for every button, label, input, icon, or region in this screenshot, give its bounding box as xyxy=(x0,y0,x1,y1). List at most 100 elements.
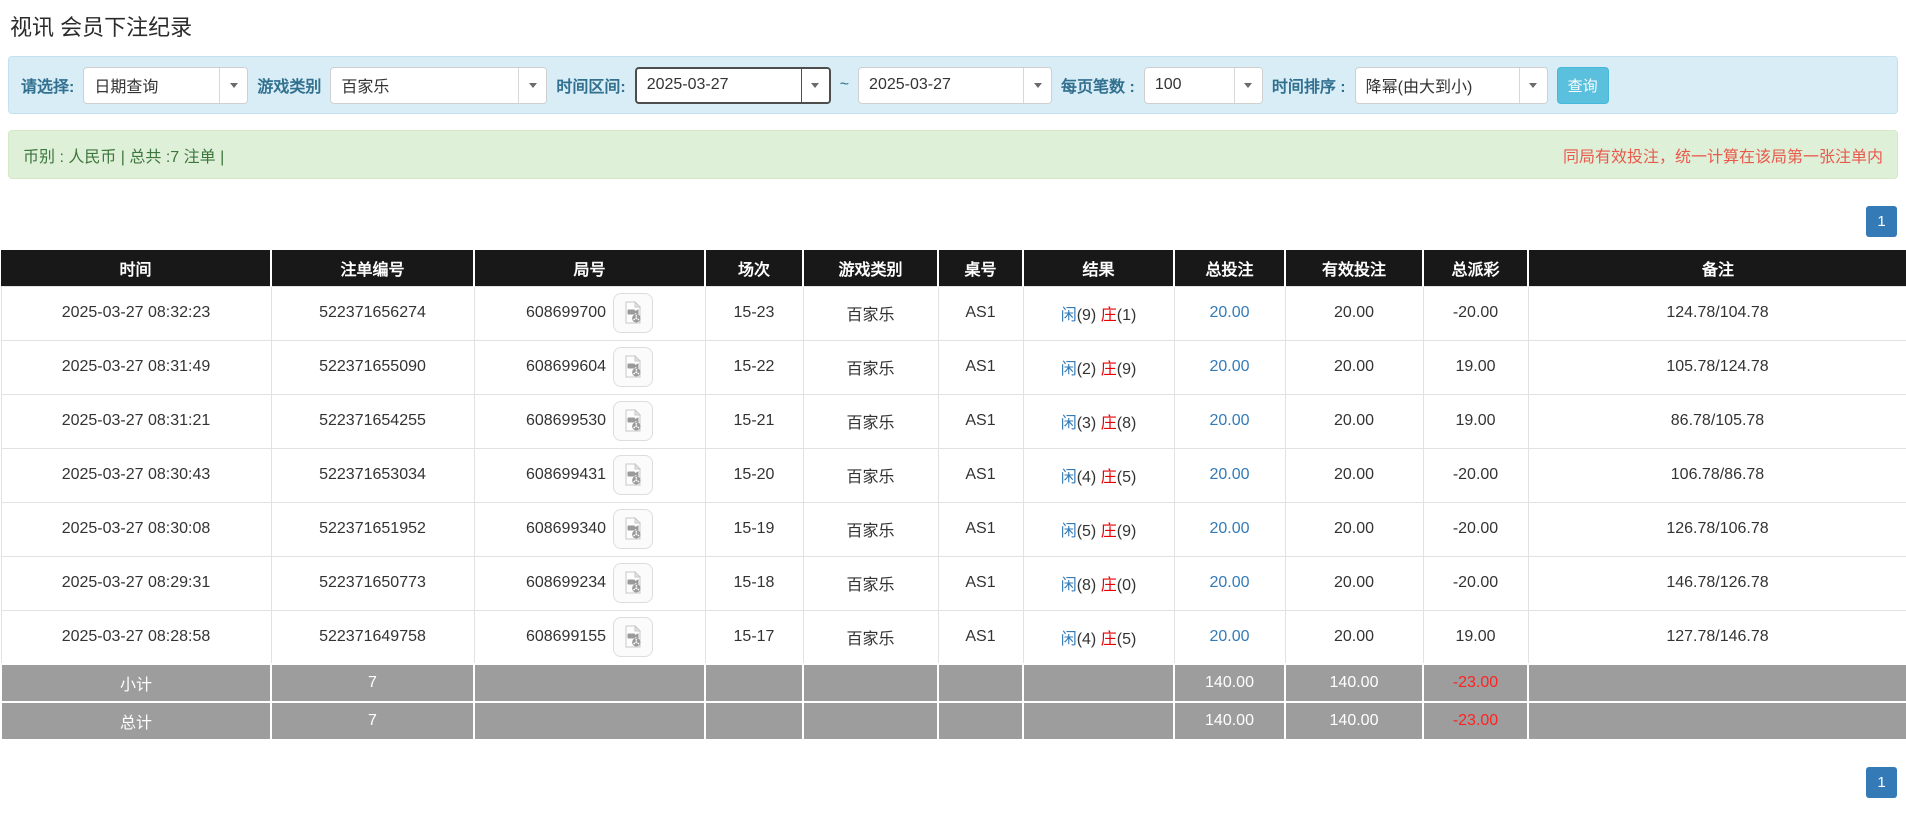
round-id-text: 608699340 xyxy=(525,520,607,538)
cell-remark: 127.78/146.78 xyxy=(1527,609,1906,665)
result-player-score: (9) xyxy=(1076,307,1097,324)
page-button-1[interactable]: 1 xyxy=(1866,206,1897,237)
result-banker-score: (5) xyxy=(1116,469,1137,486)
table-row: 2025-03-27 08:31:49 522371655090 6086996… xyxy=(0,339,1906,395)
cell-bet-id: 522371653034 xyxy=(270,447,475,503)
select-type-dropdown[interactable]: 日期查询 xyxy=(83,66,249,104)
total-bet-link[interactable]: 20.00 xyxy=(1209,628,1249,645)
round-id-text: 608699234 xyxy=(525,574,607,592)
cell-valid-bet: 20.00 xyxy=(1284,447,1424,503)
table-row: 2025-03-27 08:30:08 522371651952 6086993… xyxy=(0,501,1906,557)
video-file-icon xyxy=(625,517,642,540)
column-header: 总投注 xyxy=(1174,250,1286,286)
column-header: 场次 xyxy=(705,250,804,286)
result-banker: 庄 xyxy=(1100,307,1117,324)
subtotal-empty xyxy=(1022,663,1175,703)
result-banker-score: (0) xyxy=(1116,577,1137,594)
time-sort-value: 降幂(由大到小) xyxy=(1365,79,1473,96)
result-banker-score: (8) xyxy=(1116,415,1137,432)
cell-valid-bet: 20.00 xyxy=(1284,609,1424,665)
video-replay-button[interactable] xyxy=(613,616,654,657)
page-size-dropdown[interactable]: 100 xyxy=(1143,66,1263,104)
cell-result: 闲(4) 庄(5) xyxy=(1022,609,1175,665)
chevron-down-icon xyxy=(1518,67,1547,103)
round-id-text: 608699155 xyxy=(525,627,607,645)
game-category-dropdown[interactable]: 百家乐 xyxy=(330,66,548,104)
pagination-top: 1 xyxy=(9,206,1897,237)
total-bet-link[interactable]: 20.00 xyxy=(1209,574,1249,591)
video-replay-button[interactable] xyxy=(613,347,654,387)
time-sort-dropdown[interactable]: 降幂(由大到小) xyxy=(1354,66,1548,104)
result-player: 闲 xyxy=(1060,577,1077,594)
total-label: 总计 xyxy=(0,701,272,741)
query-button[interactable]: 查询 xyxy=(1556,66,1609,104)
date-to-value: 2025-03-27 xyxy=(869,76,951,93)
subtotal-empty xyxy=(473,663,706,703)
cell-session: 15-18 xyxy=(704,555,804,611)
total-bet-link[interactable]: 20.00 xyxy=(1209,466,1249,483)
date-to-dropdown[interactable]: 2025-03-27 xyxy=(858,66,1053,104)
table-row: 2025-03-27 08:32:23 522371656274 6086997… xyxy=(0,285,1906,341)
cell-result: 闲(3) 庄(8) xyxy=(1022,393,1175,449)
video-file-icon xyxy=(625,355,642,378)
cell-remark: 86.78/105.78 xyxy=(1527,393,1906,449)
cell-table-number: AS1 xyxy=(937,501,1024,557)
cell-table-number: AS1 xyxy=(937,555,1024,611)
video-replay-button[interactable] xyxy=(613,455,654,495)
column-header: 有效投注 xyxy=(1285,250,1424,286)
table-header-row: 时间 注单编号 局号 场次 游戏类别 桌号 结果 总投注 有效投注 总派彩 备注 xyxy=(1,250,1906,286)
date-from-value: 2025-03-27 xyxy=(646,76,729,93)
page-size-label: 每页笔数 : xyxy=(1061,79,1135,96)
cell-bet-id: 522371655090 xyxy=(270,339,475,395)
cell-time: 2025-03-27 08:30:43 xyxy=(0,447,272,503)
total-bet-link[interactable]: 20.00 xyxy=(1209,304,1249,321)
total-empty xyxy=(937,701,1024,741)
cell-valid-bet: 20.00 xyxy=(1284,555,1424,611)
cell-valid-bet: 20.00 xyxy=(1284,393,1424,449)
cell-time: 2025-03-27 08:30:08 xyxy=(0,501,272,557)
total-empty xyxy=(704,701,804,741)
cell-round-id: 608699530 xyxy=(473,393,706,449)
column-header: 桌号 xyxy=(938,250,1024,286)
video-replay-button[interactable] xyxy=(613,401,654,441)
chevron-down-icon xyxy=(800,68,829,102)
result-banker-score: (9) xyxy=(1116,523,1137,540)
result-banker-score: (9) xyxy=(1116,361,1137,378)
total-bet-link[interactable]: 20.00 xyxy=(1209,358,1249,375)
video-replay-button[interactable] xyxy=(613,509,654,549)
cell-game-category: 百家乐 xyxy=(802,555,939,611)
total-bet-link[interactable]: 20.00 xyxy=(1209,412,1249,429)
total-bet-link[interactable]: 20.00 xyxy=(1209,520,1249,537)
cell-game-category: 百家乐 xyxy=(802,447,939,503)
result-player: 闲 xyxy=(1060,361,1077,378)
subtotal-valid-bet: 140.00 xyxy=(1284,663,1424,703)
summary-bar: 币别 : 人民币 | 总共 :7 注单 | 同局有效投注，统一计算在该局第一张注… xyxy=(8,130,1898,179)
cell-bet-id: 522371654255 xyxy=(270,393,475,449)
cell-payout: 19.00 xyxy=(1422,609,1529,665)
cell-bet-id: 522371651952 xyxy=(270,501,475,557)
video-replay-button[interactable] xyxy=(613,293,654,333)
date-from-dropdown[interactable]: 2025-03-27 xyxy=(634,66,831,104)
cell-remark: 106.78/86.78 xyxy=(1527,447,1906,503)
cell-remark: 124.78/104.78 xyxy=(1527,285,1906,341)
select-type-label: 请选择: xyxy=(21,79,75,96)
page-button-1[interactable]: 1 xyxy=(1866,767,1897,798)
table-row: 2025-03-27 08:31:21 522371654255 6086995… xyxy=(0,393,1906,449)
column-header: 游戏类别 xyxy=(803,250,939,286)
select-type-value: 日期查询 xyxy=(94,79,159,96)
result-banker-score: (5) xyxy=(1116,630,1137,648)
cell-payout: -20.00 xyxy=(1422,285,1529,341)
cell-time: 2025-03-27 08:28:58 xyxy=(0,609,272,665)
cell-round-id: 608699155 xyxy=(473,609,706,665)
total-total-bet: 140.00 xyxy=(1173,701,1286,741)
subtotal-empty xyxy=(704,663,804,703)
valid-bet-notice-text: 同局有效投注，统一计算在该局第一张注单内 xyxy=(1562,148,1883,166)
result-banker: 庄 xyxy=(1100,577,1117,594)
video-replay-button[interactable] xyxy=(613,563,654,603)
result-banker: 庄 xyxy=(1100,630,1117,648)
cell-time: 2025-03-27 08:31:21 xyxy=(0,393,272,449)
chevron-down-icon xyxy=(1023,67,1052,103)
cell-valid-bet: 20.00 xyxy=(1284,285,1424,341)
cell-payout: -20.00 xyxy=(1422,501,1529,557)
cell-payout: -20.00 xyxy=(1422,447,1529,503)
